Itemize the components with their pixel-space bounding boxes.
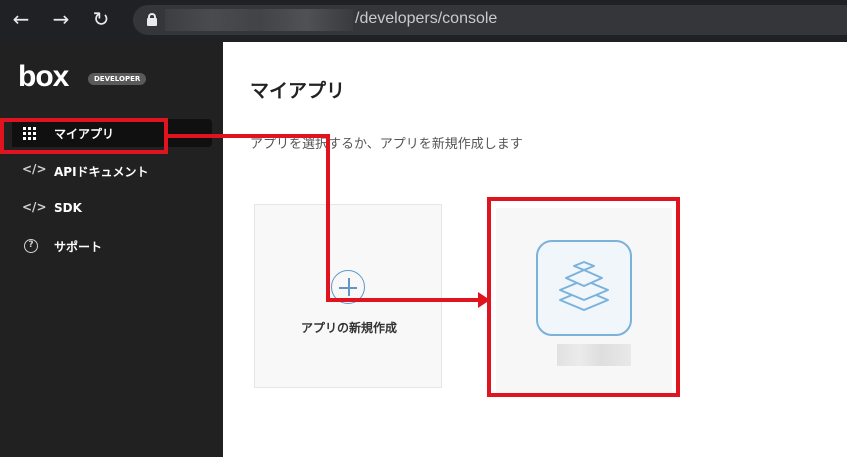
annotation-arrow xyxy=(168,134,490,308)
